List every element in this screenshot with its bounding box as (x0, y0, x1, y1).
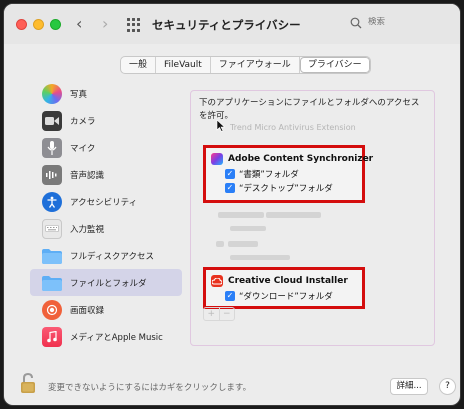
tab-filevault[interactable]: FileVault (156, 57, 211, 73)
app-name: Creative Cloud Installer (228, 276, 348, 286)
window-title: セキュリティとプライバシー (152, 18, 301, 32)
permission-row[interactable]: ✓ “書類”フォルダ (225, 167, 362, 181)
lock-icon[interactable] (20, 372, 36, 394)
title-bar: ‹ › セキュリティとプライバシー (4, 4, 460, 44)
sidebar-item-files-and-folders[interactable]: ファイルとフォルダ (30, 269, 182, 296)
app-entry-adobe-content-synchronizer: Adobe Content Synchronizer ✓ “書類”フォルダ ✓ … (203, 145, 373, 203)
faded-app-label: Trend Micro Antivirus Extension (230, 123, 356, 132)
sidebar-item-label: 音声認識 (70, 170, 105, 181)
permission-label: “デスクトップ”フォルダ (239, 184, 333, 194)
app-header: Adobe Content Synchronizer (211, 151, 373, 167)
minimize-button[interactable] (33, 19, 44, 30)
adobe-icon (211, 153, 223, 165)
checkbox-checked-icon[interactable]: ✓ (225, 291, 235, 301)
search-input[interactable] (368, 17, 428, 27)
show-all-grid-icon[interactable] (127, 18, 141, 32)
forward-button[interactable]: › (102, 14, 108, 33)
app-entry-creative-cloud-installer: Creative Cloud Installer ✓ “ダウンロード”フォルダ (203, 267, 365, 309)
faded-row (228, 241, 258, 247)
sidebar-item-label: カメラ (70, 116, 96, 127)
permission-label: “ダウンロード”フォルダ (239, 292, 333, 302)
privacy-sidebar: 写真 カメラ マイク 音声認識 アクセシビリティ 入力監視 フルディスクアクセス… (30, 80, 184, 350)
sidebar-item-speech-recognition[interactable]: 音声認識 (34, 161, 184, 188)
creative-cloud-icon (211, 275, 223, 287)
app-name: Adobe Content Synchronizer (228, 154, 374, 164)
accessibility-icon (42, 191, 62, 212)
add-remove-control: + − (203, 307, 235, 321)
music-icon (42, 326, 62, 347)
faded-row (266, 212, 321, 218)
back-button[interactable]: ‹ (76, 14, 82, 33)
faded-row (218, 212, 264, 218)
sidebar-item-label: 画面収録 (70, 305, 105, 316)
microphone-icon (42, 137, 62, 158)
screen-recording-icon (42, 299, 62, 320)
sidebar-item-full-disk-access[interactable]: フルディスクアクセス (34, 242, 184, 269)
sidebar-item-camera[interactable]: カメラ (34, 107, 184, 134)
search-field[interactable] (350, 16, 430, 34)
panel-description: 下のアプリケーションにファイルとフォルダへのアクセスを許可。 (199, 98, 420, 121)
sidebar-item-label: メディアとApple Music (70, 332, 163, 343)
faded-row (230, 226, 266, 231)
permission-row[interactable]: ✓ “デスクトップ”フォルダ (225, 181, 362, 195)
folder-icon (42, 246, 62, 266)
sidebar-item-label: マイク (70, 143, 96, 154)
mouse-cursor-icon (216, 120, 226, 132)
preferences-window: ‹ › セキュリティとプライバシー 一般 FileVault ファイアウォール … (3, 3, 461, 406)
sidebar-item-screen-recording[interactable]: 画面収録 (34, 296, 184, 323)
tab-privacy[interactable]: プライバシー (299, 57, 370, 73)
faded-row (230, 255, 290, 260)
remove-button[interactable]: − (218, 308, 235, 320)
sidebar-item-accessibility[interactable]: アクセシビリティ (34, 188, 184, 215)
faded-row (216, 241, 224, 247)
permission-row[interactable]: ✓ “ダウンロード”フォルダ (225, 289, 362, 303)
sidebar-item-label: 写真 (70, 89, 88, 100)
keyboard-icon (42, 218, 62, 239)
close-button[interactable] (16, 19, 27, 30)
lock-instruction-text: 変更できないようにするにはカギをクリックします。 (48, 383, 252, 393)
app-header: Creative Cloud Installer (211, 273, 362, 289)
help-button[interactable]: ? (439, 378, 456, 395)
tab-general[interactable]: 一般 (121, 57, 157, 73)
speech-recognition-icon (42, 164, 62, 185)
checkbox-checked-icon[interactable]: ✓ (225, 183, 235, 193)
checkbox-checked-icon[interactable]: ✓ (225, 169, 235, 179)
photos-icon (42, 83, 62, 104)
folder-icon (42, 273, 62, 293)
camera-icon (42, 110, 62, 131)
sidebar-item-label: 入力監視 (70, 224, 105, 235)
tab-bar: 一般 FileVault ファイアウォール プライバシー (120, 56, 371, 74)
tab-firewall[interactable]: ファイアウォール (211, 57, 300, 73)
sidebar-item-label: フルディスクアクセス (70, 251, 154, 262)
details-button[interactable]: 詳細... (390, 378, 428, 395)
sidebar-item-photos[interactable]: 写真 (34, 80, 184, 107)
sidebar-item-microphone[interactable]: マイク (34, 134, 184, 161)
permission-label: “書類”フォルダ (239, 170, 299, 180)
zoom-button[interactable] (50, 19, 61, 30)
sidebar-item-input-monitoring[interactable]: 入力監視 (34, 215, 184, 242)
search-icon (350, 17, 362, 29)
add-button[interactable]: + (204, 308, 219, 320)
sidebar-item-label: アクセシビリティ (70, 197, 138, 208)
sidebar-item-label: ファイルとフォルダ (70, 278, 147, 289)
sidebar-item-media-and-apple-music[interactable]: メディアとApple Music (34, 323, 184, 350)
